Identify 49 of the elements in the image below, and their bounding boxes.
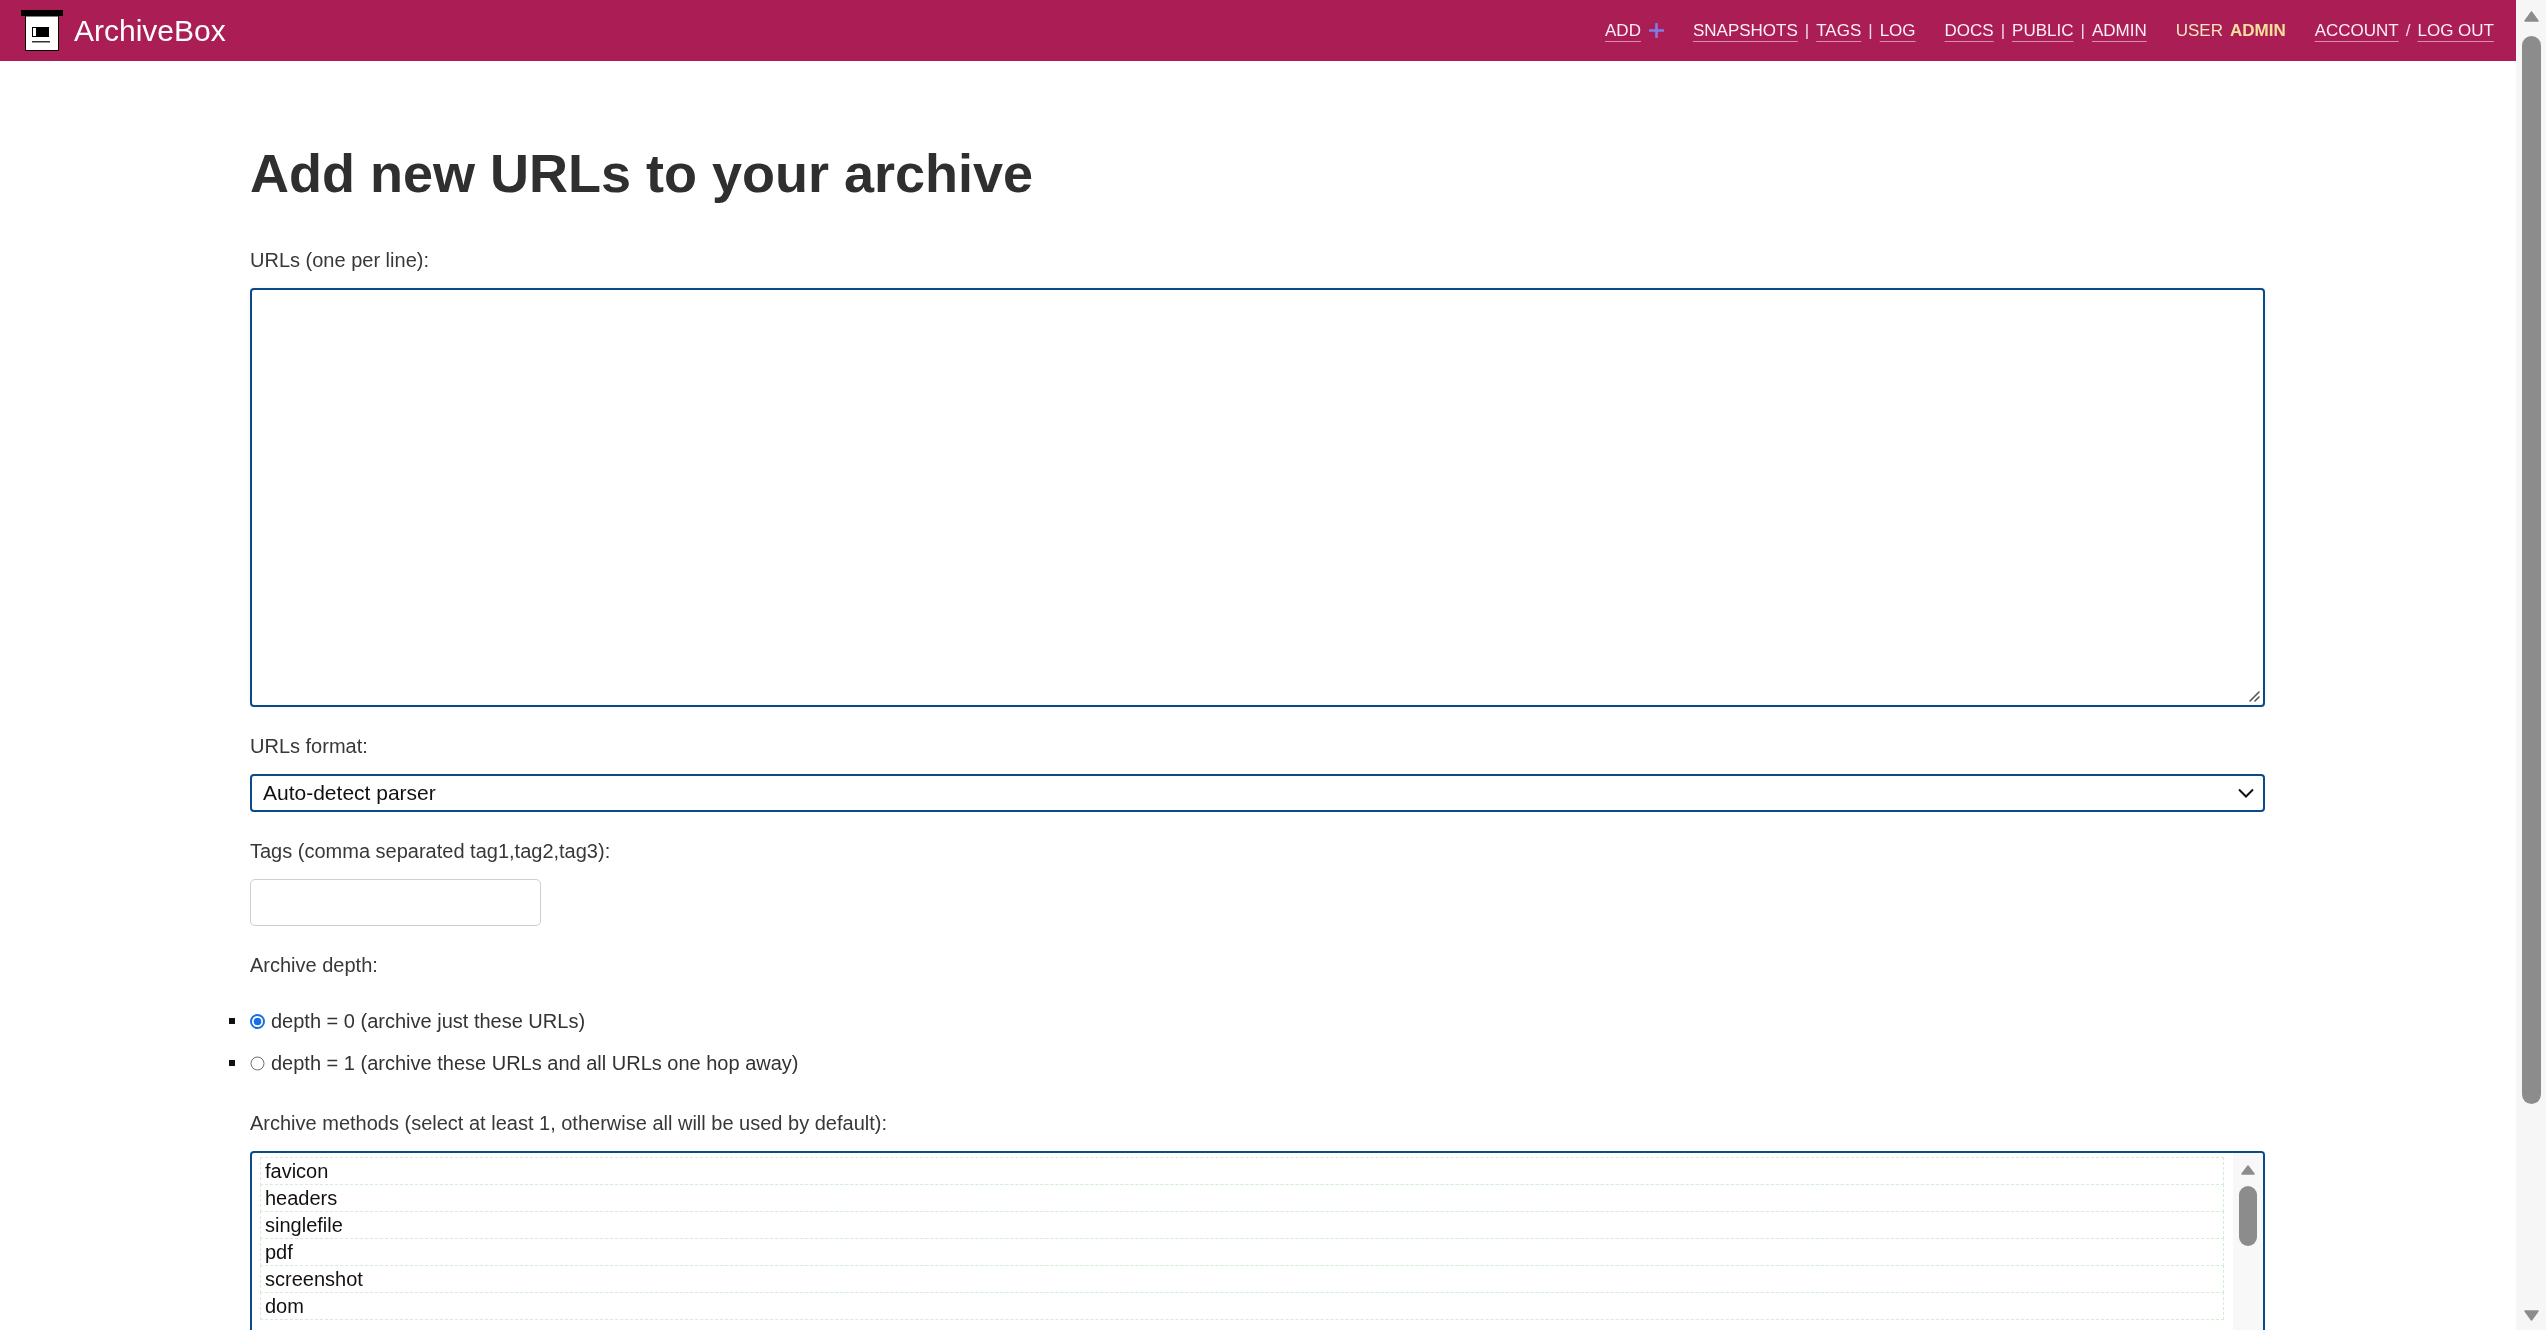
- listbox-option[interactable]: favicon: [260, 1157, 2224, 1185]
- field-label: URLs (one per line):: [250, 248, 429, 273]
- radio-button[interactable]: [250, 1055, 265, 1071]
- nav-link[interactable]: LOG OUT: [2417, 20, 2494, 41]
- add-link[interactable]: ADD: [1605, 20, 1664, 41]
- page-title: Add new URLs to your archive: [250, 142, 1035, 205]
- listbox-option[interactable]: dom: [260, 1292, 2224, 1320]
- nav-link[interactable]: TAGS: [1816, 20, 1862, 41]
- radio-label[interactable]: depth = 0 (archive just these URLs): [271, 1009, 586, 1033]
- scrollbar-thumb[interactable]: [2239, 1186, 2257, 1246]
- up-arrow-icon[interactable]: [2241, 1165, 2255, 1175]
- listbox-option[interactable]: singlefile: [260, 1211, 2224, 1239]
- field-label: Tags (comma separated tag1,tag2,tag3):: [250, 839, 611, 864]
- nav-separator: /: [2405, 20, 2411, 41]
- field-label: Archive methods (select at least 1, otherwise all will be used by default):: [250, 1111, 887, 1136]
- field-label: URLs format:: [250, 734, 368, 759]
- logo-icon: [21, 10, 63, 51]
- nav-link[interactable]: LOG: [1879, 20, 1916, 41]
- nav-link[interactable]: SNAPSHOTS: [1692, 20, 1798, 41]
- listbox-option[interactable]: headers: [260, 1184, 2224, 1212]
- scrollbar-thumb[interactable]: [2521, 36, 2541, 1104]
- nav-link[interactable]: ADMIN: [2091, 20, 2147, 41]
- bullet-icon: [229, 1060, 235, 1066]
- nav-link[interactable]: ACCOUNT: [2314, 20, 2399, 41]
- nav-separator: |: [2000, 20, 2006, 41]
- chevron-down-icon: [2238, 788, 2254, 798]
- radio-button[interactable]: [250, 1013, 265, 1029]
- user-label: USER: [2175, 20, 2223, 41]
- listbox-option[interactable]: screenshot: [260, 1265, 2224, 1293]
- username: ADMIN: [2229, 20, 2286, 41]
- nav-separator: |: [1868, 20, 1873, 41]
- down-arrow-icon[interactable]: [2523, 1310, 2539, 1321]
- listbox-scrollbar[interactable]: [2233, 1153, 2263, 1330]
- nav-separator: |: [1804, 20, 1810, 41]
- nav-link[interactable]: PUBLIC: [2012, 20, 2074, 41]
- plus-icon: [1648, 23, 1664, 38]
- page-scrollbar[interactable]: [2516, 0, 2546, 1330]
- format-select[interactable]: Auto-detect parser: [250, 774, 2265, 812]
- nav-separator: |: [2080, 20, 2085, 41]
- methods-listbox[interactable]: favicon headers singlefile pdf screenshot dom: [250, 1151, 2265, 1330]
- field-label: Archive depth:: [250, 953, 378, 978]
- up-arrow-icon[interactable]: [2523, 11, 2539, 22]
- bullet-icon: [229, 1018, 235, 1024]
- listbox-option[interactable]: pdf: [260, 1238, 2224, 1266]
- tags-input[interactable]: [250, 879, 541, 926]
- radio-label[interactable]: depth = 1 (archive these URLs and all URLs one hop away): [271, 1051, 799, 1075]
- resize-grip-icon[interactable]: [2248, 690, 2260, 702]
- nav-link[interactable]: DOCS: [1944, 20, 1994, 41]
- brand-name[interactable]: ArchiveBox: [74, 13, 226, 48]
